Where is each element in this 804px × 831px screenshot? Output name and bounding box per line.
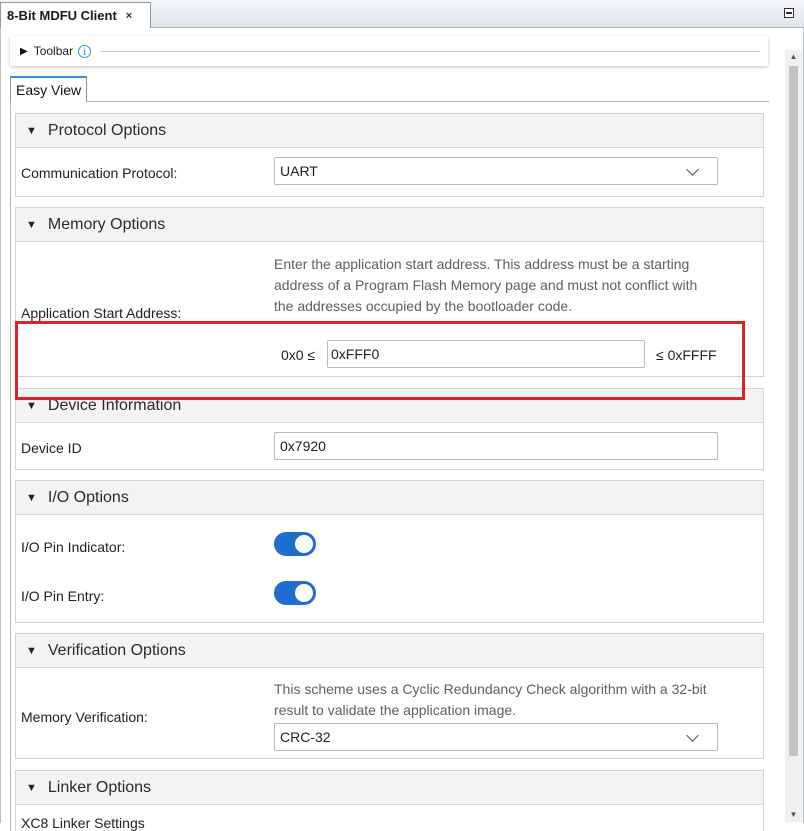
- easy-view-panel: ▼ Protocol Options Communication Protoco…: [10, 101, 769, 831]
- io-pin-indicator-toggle[interactable]: [274, 532, 316, 556]
- section-title: Verification Options: [47, 641, 186, 659]
- chevron-down-icon: [686, 729, 699, 742]
- toggle-knob: [295, 535, 313, 553]
- collapse-caret-icon[interactable]: ▼: [26, 125, 37, 137]
- chevron-down-icon: [686, 163, 699, 176]
- section-title: Device Information: [47, 396, 182, 414]
- io-pin-entry-toggle[interactable]: [274, 581, 316, 605]
- collapse-caret-icon[interactable]: ▼: [26, 782, 37, 794]
- tab-easy-view[interactable]: Easy View: [10, 76, 88, 102]
- info-icon[interactable]: i: [78, 44, 92, 58]
- section-title: I/O Options: [47, 488, 129, 506]
- expand-arrow-icon[interactable]: ▶: [20, 46, 28, 57]
- close-icon[interactable]: ×: [126, 10, 132, 22]
- app-start-address-input[interactable]: 0xFFF0: [327, 340, 645, 368]
- memory-help-text: Enter the application start address. Thi…: [274, 256, 698, 314]
- toolbar-label[interactable]: Toolbar: [34, 44, 73, 58]
- editor-tab-bar: 8-Bit MDFU Client ×: [0, 0, 804, 28]
- section-io-options: ▼ I/O Options I/O Pin Indicator: I/O Pin…: [15, 480, 764, 623]
- app-start-address-label: Application Start Address:: [21, 305, 182, 321]
- device-id-label: Device ID: [21, 440, 82, 456]
- section-protocol-options: ▼ Protocol Options Communication Protoco…: [15, 113, 764, 197]
- minimize-icon[interactable]: [784, 8, 794, 18]
- verification-help-text: This scheme uses a Cyclic Redundancy Che…: [274, 681, 707, 718]
- section-header[interactable]: ▼ Memory Options: [16, 208, 763, 242]
- section-title: Protocol Options: [47, 121, 167, 139]
- collapse-caret-icon[interactable]: ▼: [26, 645, 37, 657]
- collapse-caret-icon[interactable]: ▼: [26, 219, 37, 231]
- section-header[interactable]: ▼ Verification Options: [16, 634, 763, 668]
- section-header[interactable]: ▼ I/O Options: [16, 481, 763, 515]
- memory-verification-select[interactable]: CRC-32: [274, 723, 718, 751]
- device-id-field[interactable]: 0x7920: [274, 432, 718, 460]
- comm-protocol-value: UART: [280, 163, 318, 179]
- comm-protocol-label: Communication Protocol:: [21, 165, 178, 181]
- toggle-knob: [295, 584, 313, 602]
- section-header[interactable]: ▼ Protocol Options: [16, 114, 763, 148]
- scroll-down-icon[interactable]: ▼: [785, 808, 802, 822]
- memory-verification-label: Memory Verification:: [21, 709, 148, 725]
- section-header[interactable]: ▼ Linker Options: [16, 771, 763, 805]
- io-pin-entry-label: I/O Pin Entry:: [21, 588, 105, 604]
- scroll-thumb[interactable]: [789, 66, 798, 756]
- section-title: Linker Options: [47, 778, 152, 796]
- toolbar-divider: [100, 50, 760, 52]
- section-device-information: ▼ Device Information Device ID 0x7920: [15, 388, 764, 470]
- collapse-caret-icon[interactable]: ▼: [26, 492, 37, 504]
- section-header[interactable]: ▼ Device Information: [16, 389, 763, 423]
- section-memory-options: ▼ Memory Options Enter the application s…: [15, 207, 764, 377]
- section-title: Memory Options: [47, 215, 166, 233]
- scroll-up-icon[interactable]: ▲: [785, 50, 802, 64]
- tab-mdfu-client[interactable]: 8-Bit MDFU Client ×: [0, 2, 151, 28]
- collapse-caret-icon[interactable]: ▼: [26, 400, 37, 412]
- content-frame: ▶ Toolbar i Easy View ▼ Protocol Options…: [0, 28, 804, 831]
- section-verification-options: ▼ Verification Options This scheme uses …: [15, 633, 764, 759]
- vertical-scrollbar[interactable]: ▲ ▼: [785, 50, 802, 822]
- io-pin-indicator-label: I/O Pin Indicator:: [21, 539, 126, 555]
- range-min: 0x0 ≤: [281, 347, 316, 363]
- tab-title: 8-Bit MDFU Client: [7, 8, 117, 23]
- xc8-linker-settings-label: XC8 Linker Settings: [21, 815, 145, 831]
- range-max: ≤ 0xFFFF: [656, 347, 717, 363]
- toolbar[interactable]: ▶ Toolbar i: [10, 36, 768, 66]
- comm-protocol-select[interactable]: UART: [274, 157, 718, 185]
- memory-verification-value: CRC-32: [280, 729, 331, 745]
- section-linker-options: ▼ Linker Options XC8 Linker Settings: [15, 770, 764, 831]
